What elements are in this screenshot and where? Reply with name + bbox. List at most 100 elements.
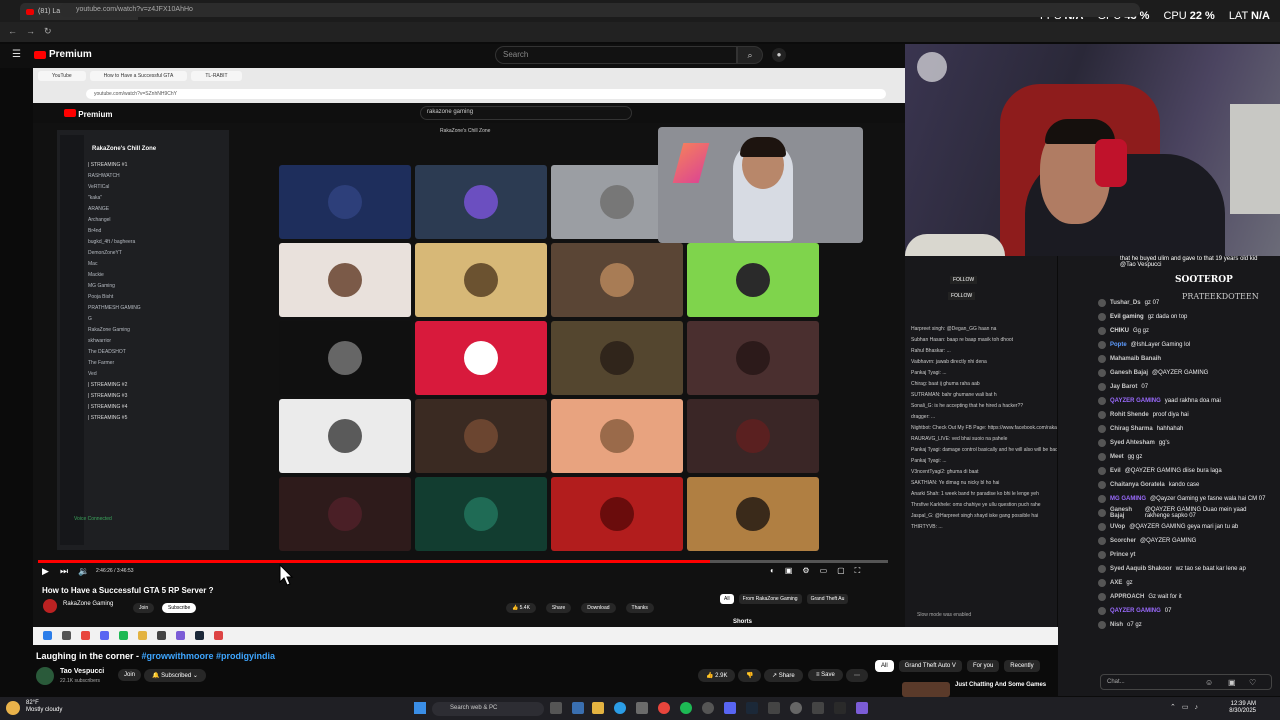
taskbar-app-icon[interactable] — [572, 702, 584, 714]
recommendation-title[interactable]: Just Chatting And Some Games — [955, 682, 1046, 688]
menu-icon[interactable]: ☰ — [12, 49, 21, 60]
spotify-icon[interactable] — [680, 702, 692, 714]
participant-avatar — [328, 419, 362, 453]
filter-chip[interactable]: All — [875, 660, 894, 672]
chat-username[interactable]: Popte — [1110, 342, 1127, 348]
search-icon[interactable]: ⌕ — [737, 46, 763, 64]
taskbar-search[interactable]: Search web & PC — [432, 702, 544, 716]
participant-avatar — [600, 185, 634, 219]
taskbar-app-icon[interactable] — [768, 702, 780, 714]
play-icon[interactable]: ▶ — [42, 566, 49, 577]
chat-username[interactable]: MG GAMING — [1110, 496, 1146, 502]
search-input[interactable]: Search — [495, 46, 737, 64]
chat-username[interactable]: Jay Barot — [1110, 384, 1137, 390]
channel-item: RASHWATCH — [88, 173, 120, 179]
chat-username[interactable]: Chaitanya Goratela — [1110, 482, 1165, 488]
chat-username[interactable]: Ganesh Bajaj — [1110, 370, 1148, 376]
chat-username[interactable]: Ganesh Bajaj — [1110, 507, 1141, 519]
chat-text: Gz wait for it — [1148, 594, 1182, 600]
chat-username[interactable]: Evil gaming — [1110, 314, 1144, 320]
video-hashtags[interactable]: #growwithmoore #prodigyindia — [142, 651, 276, 661]
channel-avatar[interactable] — [36, 667, 54, 685]
back-icon[interactable]: ← — [8, 26, 17, 36]
mic-icon[interactable]: ● — [772, 48, 786, 62]
chat-username[interactable]: UVop — [1110, 524, 1125, 530]
chat-username[interactable]: Evil — [1110, 468, 1121, 474]
inner-chat-message: Harpreet singh: @Degan_GG haan na — [911, 326, 997, 332]
video-title-text: Laughing in the corner - — [36, 651, 142, 661]
youtube-logo[interactable]: Premium — [34, 49, 92, 60]
weather-widget[interactable]: 82°F Mostly cloudy — [26, 700, 62, 714]
inner-chat-message: Pankaj Tyagi: damage control basically a… — [911, 447, 1057, 453]
filter-chip[interactable]: Recently — [1004, 660, 1040, 672]
windows-start-icon[interactable] — [414, 702, 426, 714]
filter-chip[interactable]: Grand Theft Auto V — [898, 660, 962, 672]
taskbar-clock[interactable]: 12:39 AM 8/30/2025 — [1229, 701, 1256, 715]
channel-item: DemonZoneYT — [88, 250, 122, 256]
channel-name[interactable]: Tao Vespucci — [60, 668, 104, 675]
taskbar-app-icon[interactable] — [812, 702, 824, 714]
chat-username[interactable]: AXE — [1110, 580, 1122, 586]
channel-item: | STREAMING #4 — [88, 404, 128, 410]
chat-username[interactable]: Prince yt — [1110, 552, 1135, 558]
url-field[interactable]: youtube.com/watch?v=z4JFX10AhHo — [60, 3, 1140, 17]
chat-username[interactable]: Mahamaib Banaih — [1110, 356, 1161, 362]
chat-username[interactable]: Syed Aaquib Shakoor — [1110, 566, 1172, 572]
forward-icon[interactable]: → — [26, 26, 35, 36]
taskbar-app-icon[interactable] — [856, 702, 868, 714]
inner-follow-alert: FOLLOW — [948, 292, 976, 300]
file-explorer-icon[interactable] — [592, 702, 604, 714]
discord-icon[interactable] — [724, 702, 736, 714]
chat-username[interactable]: QAYZER GAMING — [1110, 608, 1161, 614]
inner-chat-message: THIRTYVB: ... — [911, 524, 943, 530]
chat-username[interactable]: CHIKU — [1110, 328, 1129, 334]
next-icon[interactable]: ⏭ — [60, 566, 68, 577]
filter-chip[interactable]: For you — [966, 660, 1000, 672]
edge-icon[interactable] — [614, 702, 626, 714]
inner-chat-message: Rahul Bhaskar: ... — [911, 348, 951, 354]
chat-username[interactable]: Chirag Sharma — [1110, 426, 1153, 432]
system-tray-icons[interactable]: ⌃▭♪ — [1170, 703, 1204, 711]
recommendation-thumbnail[interactable] — [902, 682, 950, 697]
save-button[interactable]: ≡ Save — [808, 669, 843, 681]
chat-username[interactable]: Scorcher — [1110, 538, 1136, 544]
follow-alert-1: SOOTEROP — [1175, 275, 1233, 285]
chat-username[interactable]: Tushar_Ds — [1110, 300, 1141, 306]
join-button[interactable]: Join — [118, 669, 142, 681]
chat-username[interactable]: QAYZER GAMING — [1110, 398, 1161, 404]
chat-input[interactable]: Chat... — [1100, 674, 1272, 690]
user-badge-icon — [1098, 355, 1106, 363]
steam-icon[interactable] — [746, 702, 758, 714]
subscribed-button[interactable]: 🔔 Subscribed ⌄ — [144, 669, 206, 682]
inner-taskbar-app-icon — [176, 631, 185, 640]
like-button[interactable]: 👍 2.9K — [698, 669, 736, 682]
heart-icon[interactable]: ♡ — [1249, 678, 1256, 687]
participant-avatar — [600, 497, 634, 531]
obs-icon[interactable] — [790, 702, 802, 714]
taskbar-app-icon[interactable] — [636, 702, 648, 714]
chat-text: @QAYZER GAMING — [1152, 370, 1209, 376]
inner-chat-message: V3ncentTyagi2: ghuma di baat — [911, 469, 979, 475]
volume-icon[interactable]: 🔉 — [78, 566, 89, 577]
reload-icon[interactable]: ↻ — [44, 26, 52, 37]
chat-text: proof diya hai — [1152, 412, 1189, 418]
chat-username[interactable]: Syed Ahtesham — [1110, 440, 1155, 446]
emote-icon[interactable]: ☺ — [1205, 678, 1213, 687]
more-button[interactable]: ⋯ — [846, 669, 868, 682]
user-badge-icon — [1098, 495, 1106, 503]
chat-text: 07 — [1141, 384, 1149, 390]
share-button[interactable]: ↗ Share — [764, 669, 803, 682]
participant-avatar — [736, 341, 770, 375]
chrome-icon[interactable] — [658, 702, 670, 714]
chat-username[interactable]: Rohit Shende — [1110, 412, 1149, 418]
chat-username[interactable]: Nish — [1110, 622, 1123, 628]
chat-username[interactable]: APPROACH — [1110, 594, 1144, 600]
chat-username[interactable]: Meet — [1110, 454, 1124, 460]
player-controls-right[interactable]: ◐▣⚙▭▢⛶ — [770, 566, 870, 576]
gift-icon[interactable]: ▣ — [1228, 678, 1236, 687]
task-view-icon[interactable] — [550, 702, 562, 714]
taskbar-app-icon[interactable] — [702, 702, 714, 714]
taskbar-app-icon[interactable] — [834, 702, 846, 714]
chat-message: QAYZER GAMING 07 — [1098, 604, 1270, 618]
dislike-button[interactable]: 👎 — [738, 669, 762, 682]
